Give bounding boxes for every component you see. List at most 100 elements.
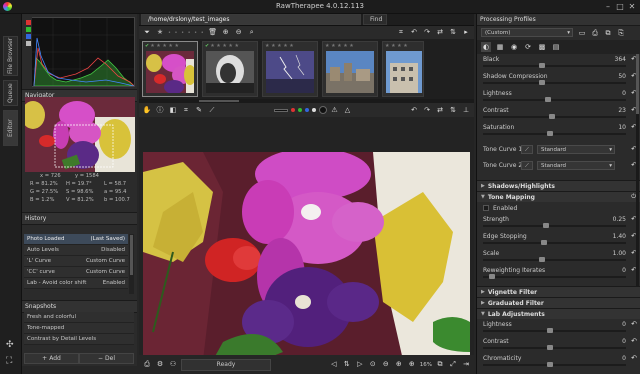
color-tab-icon[interactable]: ◉ [509, 42, 519, 52]
metadata-tab-icon[interactable]: ▤ [551, 42, 561, 52]
history-row[interactable]: Photo Loaded (Last Saved) [24, 234, 128, 245]
strength-slider[interactable]: Strength 0.25 ↶ [477, 214, 640, 231]
queue-icon[interactable]: ⚙ [155, 360, 165, 370]
add-snapshot-button[interactable]: + Add [24, 353, 79, 364]
search-icon[interactable]: ⌕ [247, 28, 257, 38]
tool-scrollbar[interactable] [636, 54, 639, 294]
save-icon[interactable]: ⎙ [142, 360, 152, 370]
shadows-highlights-section[interactable]: ▶ Shadows/Highlights [477, 180, 640, 191]
vignette-section[interactable]: ▶ Vignette Filter [477, 286, 640, 297]
history-row[interactable]: 'CC' curve Custom Curve [24, 267, 128, 278]
info-icon[interactable]: ⓘ [155, 105, 165, 115]
red-channel-toggle[interactable] [26, 20, 31, 25]
preview-lum-icon[interactable] [311, 108, 316, 112]
send-to-editor-icon[interactable]: ⚇ [168, 360, 178, 370]
zoom-out-icon[interactable]: ⊖ [234, 28, 244, 38]
black-slider[interactable]: Black 364 ↶ [477, 54, 640, 71]
transform-tab-icon[interactable]: ⟳ [523, 42, 533, 52]
thumbnail[interactable]: ★ ★ ★ ★ ★ [322, 41, 378, 97]
main-image-canvas[interactable] [143, 152, 470, 360]
preview-green-icon[interactable] [297, 108, 302, 112]
thumbnail[interactable]: ★ ★ ★ ★ ★ [262, 41, 318, 97]
tone-mapping-section[interactable]: ▼ Tone Mapping ⏻ [477, 191, 640, 202]
scale-slider[interactable]: Scale 1.00 ↶ [477, 248, 640, 265]
underexposed-warning-icon[interactable]: ⚠ [330, 105, 340, 115]
reset-icon[interactable]: ↶ [631, 354, 637, 362]
next-image-icon[interactable]: ▷ [355, 360, 365, 370]
snapshot-row[interactable]: Contrast by Detail Levels [24, 334, 134, 345]
detail-tab-icon[interactable]: ▦ [495, 42, 505, 52]
thumbnail[interactable]: ✔ ★ ★ ★ ★ ★ [202, 41, 258, 97]
edge-stopping-slider[interactable]: Edge Stopping 1.40 ↶ [477, 231, 640, 248]
before-after-icon[interactable]: ◧ [168, 105, 178, 115]
curve-edit-icon[interactable]: ⟋ [521, 161, 533, 170]
tab-queue[interactable]: Queue [3, 80, 18, 106]
navigator-preview[interactable] [25, 97, 135, 172]
crop-icon[interactable]: ⌗ [396, 28, 406, 38]
thumbnail[interactable]: ★ ★ ★ ★ [382, 41, 424, 97]
straighten-icon[interactable]: ⟋ [207, 105, 217, 115]
flip-h-icon[interactable]: ⇄ [435, 28, 445, 38]
zoom-fit-icon[interactable]: ⊙ [368, 360, 378, 370]
tab-editor[interactable]: Editor [3, 110, 18, 146]
minimize-button[interactable]: – [604, 3, 612, 11]
reweighting-slider[interactable]: Reweighting Iterates 0 ↶ [477, 265, 640, 282]
focus-mask-icon[interactable] [318, 106, 327, 114]
tone-curve-2-select[interactable]: Standard ▾ [537, 161, 615, 170]
fullscreen-icon[interactable]: ⛶ [6, 356, 16, 366]
tone-mapping-enabled[interactable]: Enabled [477, 202, 640, 214]
trash-icon[interactable]: 🗑 [208, 28, 218, 38]
preview-red-icon[interactable] [290, 108, 295, 112]
rotate-left-icon[interactable]: ↶ [409, 28, 419, 38]
snapshot-row[interactable]: Tone-mapped [24, 323, 134, 334]
crop-tool-icon[interactable]: ⌗ [181, 105, 191, 115]
shadow-compression-slider[interactable]: Shadow Compression 50 ↶ [477, 71, 640, 88]
profile-select[interactable]: (Custom) ▾ [481, 28, 573, 37]
more-icon[interactable]: ▸ [461, 28, 471, 38]
blue-channel-toggle[interactable] [26, 34, 31, 39]
overexposed-warning-icon[interactable]: △ [343, 105, 353, 115]
graduated-section[interactable]: ▶ Graduated Filter [477, 297, 640, 308]
flip-v-icon[interactable]: ⇅ [448, 28, 458, 38]
collapse-icon[interactable]: ⇥ [461, 360, 471, 370]
lab-contrast-slider[interactable]: Contrast 0 ↶ [477, 336, 640, 353]
raw-tab-icon[interactable]: ▩ [537, 42, 547, 52]
tone-curve-1-select[interactable]: Standard ▾ [537, 145, 615, 154]
pin-icon[interactable]: ⊥ [461, 105, 471, 115]
rotate-left-icon[interactable]: ↶ [409, 105, 419, 115]
exposure-tab-icon[interactable]: ◐ [481, 42, 491, 52]
tab-path[interactable]: /home/drslony/test_images [141, 14, 361, 25]
saturation-slider[interactable]: Saturation 10 ↶ [477, 122, 640, 139]
fullscreen-icon[interactable]: ⤢ [448, 360, 458, 370]
preview-blue-icon[interactable] [304, 108, 309, 112]
color-picker-icon[interactable]: ✎ [194, 105, 204, 115]
close-button[interactable]: ✕ [628, 3, 636, 11]
preferences-icon[interactable]: ✣ [6, 340, 16, 350]
zoom-out-icon[interactable]: ⊖ [381, 360, 391, 370]
reset-icon[interactable]: ↶ [631, 337, 637, 345]
tab-find[interactable]: Find [363, 14, 387, 25]
star-filter-icon[interactable]: ★ [155, 28, 165, 38]
lab-lightness-slider[interactable]: Lightness 0 ↶ [477, 319, 640, 336]
copy-profile-icon[interactable]: ⧉ [603, 28, 613, 38]
contrast-slider[interactable]: Contrast 23 ↶ [477, 105, 640, 122]
delete-snapshot-button[interactable]: − Del [79, 353, 134, 364]
open-profile-icon[interactable]: ▭ [577, 28, 587, 38]
green-channel-toggle[interactable] [26, 27, 31, 32]
maximize-button[interactable]: □ [616, 3, 624, 11]
curve-edit-icon[interactable]: ⟋ [521, 145, 533, 154]
lab-chromaticity-slider[interactable]: Chromaticity 0 ↶ [477, 353, 640, 370]
flip-v-icon[interactable]: ⇅ [448, 105, 458, 115]
history-scrollbar[interactable] [129, 234, 134, 294]
hand-icon[interactable]: ✋ [142, 105, 152, 115]
paste-profile-icon[interactable]: ⎘ [616, 28, 626, 38]
snapshot-row[interactable]: Fresh and colorful [24, 312, 134, 323]
rotate-right-icon[interactable]: ↷ [422, 28, 432, 38]
save-profile-icon[interactable]: ⎙ [590, 28, 600, 38]
previous-image-icon[interactable]: ◁ [329, 360, 339, 370]
zoom-in-icon[interactable]: ⊕ [221, 28, 231, 38]
history-row[interactable]: Lab - Avoid color shift Enabled [24, 278, 128, 289]
luminance-toggle[interactable] [26, 41, 31, 46]
rotate-right-icon[interactable]: ↷ [422, 105, 432, 115]
flip-h-icon[interactable]: ⇄ [435, 105, 445, 115]
